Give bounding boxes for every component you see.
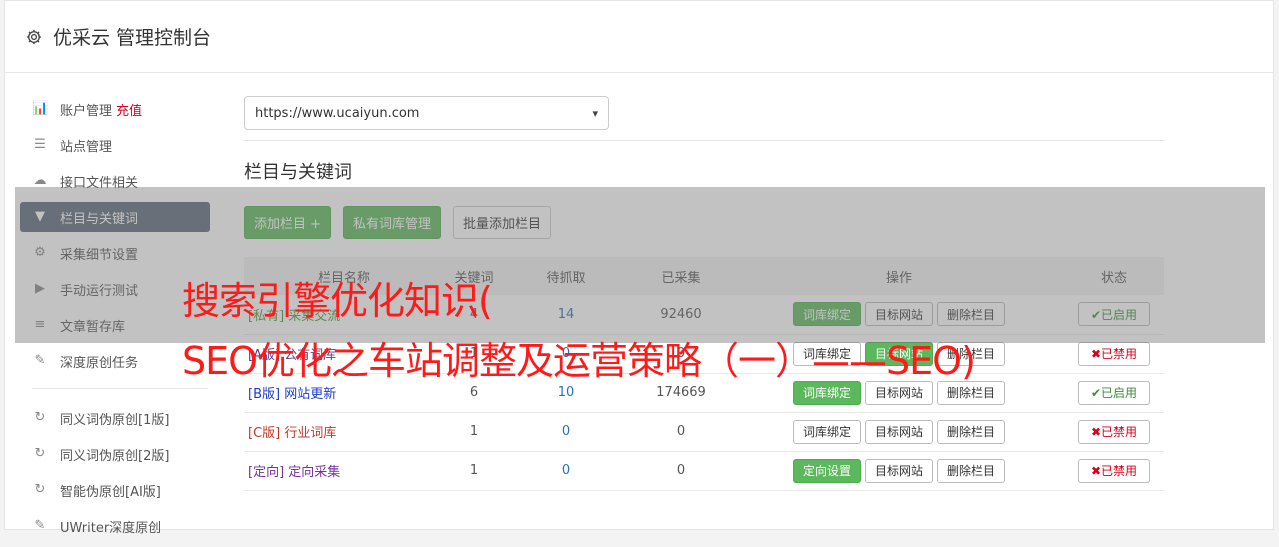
site-select-value: https://www.ucaiyun.com: [255, 105, 420, 121]
column-name[interactable]: [C版] 行业词库: [248, 426, 336, 441]
sidebar-item-label: 智能伪原创[AI版]: [60, 484, 161, 500]
table-row: [定向] 定向采集 1 0 0 定向设置 目标网站 删除栏目 ✖已禁用: [244, 451, 1164, 491]
sidebar-item-account[interactable]: 📊 账户管理 充值: [20, 94, 210, 124]
status-toggle[interactable]: ✔已启用: [1078, 380, 1150, 405]
overlay-text-line2: SEO优化之车站调整及运营策略（一）——SEO): [182, 339, 976, 383]
sidebar-item-label: 深度原创任务: [60, 355, 139, 371]
sidebar-item-label: 同义词伪原创[1版]: [60, 412, 170, 428]
status-toggle[interactable]: ✖已禁用: [1078, 419, 1150, 444]
delete-column-button[interactable]: 删除栏目: [937, 458, 1006, 483]
keyword-count: 1: [444, 451, 504, 491]
lexicon-bind-button[interactable]: 定向设置: [792, 458, 861, 483]
sidebar-item-label: 站点管理: [60, 139, 113, 155]
pending-count: 0: [504, 412, 628, 452]
status-toggle[interactable]: ✖已禁用: [1078, 458, 1150, 483]
app-title: 优采云 管理控制台: [53, 27, 212, 49]
keyword-count: 1: [444, 412, 504, 452]
edit-icon: ✎: [34, 518, 46, 533]
sidebar-item-synonym-1[interactable]: ↻ 同义词伪原创[1版]: [20, 403, 210, 433]
chevron-down-icon: ▾: [592, 106, 598, 120]
sidebar-item-label: 账户管理: [60, 103, 113, 119]
refresh-icon: ↻: [34, 446, 46, 461]
site-select[interactable]: https://www.ucaiyun.com ▾: [244, 96, 609, 130]
target-site-button[interactable]: 目标网站: [864, 419, 933, 444]
table-row: [C版] 行业词库 1 0 0 词库绑定 目标网站 删除栏目 ✖已禁用: [244, 412, 1164, 452]
collected-count: 0: [628, 451, 734, 491]
lexicon-bind-button[interactable]: 词库绑定: [792, 419, 861, 444]
gear-icon: [26, 29, 42, 44]
app-header: 优采云 管理控制台: [5, 1, 1273, 73]
divider: [244, 140, 1164, 141]
column-name[interactable]: [定向] 定向采集: [248, 465, 340, 480]
section-title: 栏目与关键词: [244, 162, 352, 183]
sidebar-item-uwriter[interactable]: ✎ UWriter深度原创: [20, 511, 210, 541]
sidebar-item-sites[interactable]: ☰ 站点管理: [20, 130, 210, 160]
status-toggle[interactable]: ✖已禁用: [1078, 341, 1150, 366]
edit-icon: ✎: [34, 353, 46, 368]
refresh-icon: ↻: [34, 410, 46, 425]
column-name[interactable]: [B版] 网站更新: [248, 387, 336, 402]
pending-count: 0: [504, 451, 628, 491]
overlay-text-line1: 搜索引擎优化知识(: [182, 279, 493, 323]
target-site-button[interactable]: 目标网站: [864, 458, 933, 483]
delete-column-button[interactable]: 删除栏目: [937, 419, 1006, 444]
collected-count: 0: [628, 412, 734, 452]
bar-chart-icon: 📊: [32, 101, 49, 116]
refresh-icon: ↻: [34, 482, 46, 497]
sidebar-divider: [32, 388, 208, 389]
sidebar-item-label: 同义词伪原创[2版]: [60, 448, 170, 464]
sidebar-item-ai[interactable]: ↻ 智能伪原创[AI版]: [20, 475, 210, 505]
server-icon: ☰: [34, 137, 46, 152]
sidebar-item-synonym-2[interactable]: ↻ 同义词伪原创[2版]: [20, 439, 210, 469]
sidebar-item-label: UWriter深度原创: [60, 520, 162, 536]
recharge-link[interactable]: 充值: [116, 100, 142, 119]
